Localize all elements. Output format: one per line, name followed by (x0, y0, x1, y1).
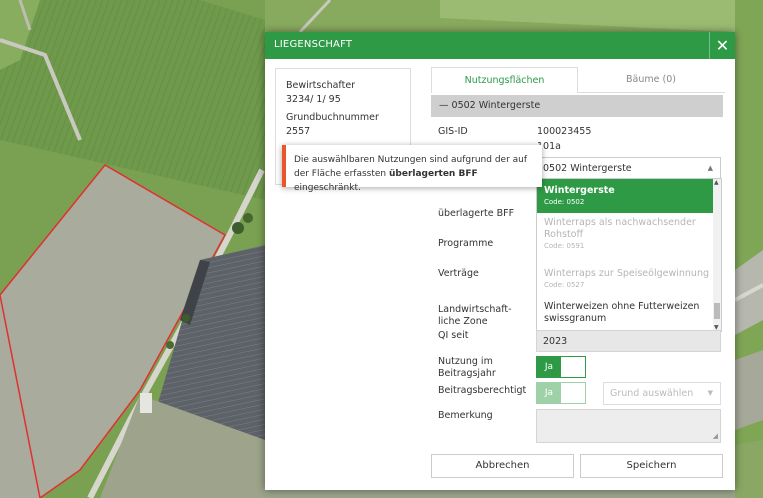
zone-label-1: Landwirtschaft- (438, 304, 512, 315)
beitragsberechtigt-label: Beitragsberechtigt (438, 385, 527, 396)
nutzung-label-2: Beitragsjahr (438, 368, 496, 379)
chevron-down-icon: ▼ (707, 389, 713, 397)
tooltip-line-2-end: eingeschränkt. (294, 183, 361, 193)
nutzung-toggle[interactable]: Ja (536, 356, 586, 378)
ueberlagerte-bff-label: überlagerte BFF (438, 208, 515, 219)
resize-grip-icon[interactable]: ◢ (713, 432, 718, 440)
dropdown-option-winterraps-speiseoel: Winterraps zur Speiseölgewinnung Code: 0… (537, 265, 714, 295)
restriction-tooltip: Die auswählbaren Nutzungen sind aufgrund… (282, 145, 542, 193)
dropdown-option-winterweizen[interactable]: Winterweizen ohne Futterweizen swissgran… (537, 301, 714, 331)
tooltip-line-1: Die auswählbaren Nutzungen sind aufgrund… (294, 155, 528, 165)
bemerkung-textarea[interactable]: ◢ (536, 409, 721, 443)
option-code: Code: 0502 (544, 198, 585, 206)
option-name: Winterraps zur Speiseölgewinnung (544, 268, 710, 279)
nutzung-label-1: Nutzung im (438, 356, 493, 367)
dropdown-scrollbar[interactable]: ▲ ▼ (713, 178, 722, 332)
beitragsberechtigt-toggle: Ja (536, 382, 586, 404)
section-header[interactable]: — 0502 Wintergerste (431, 95, 723, 117)
option-name: Winterweizen ohne Futterweizen (544, 301, 700, 312)
qi-seit-label: QI seit (438, 330, 469, 341)
grundbuch-label: Grundbuchnummer (286, 112, 379, 123)
bemerkung-label: Bemerkung (438, 410, 493, 421)
option-name-2: Rohstoff (544, 229, 584, 240)
gis-id-value: 100023455 (537, 126, 592, 137)
scroll-up-icon[interactable]: ▲ (714, 179, 719, 186)
programme-label: Programme (438, 238, 494, 249)
collapse-icon[interactable]: — (439, 100, 449, 111)
option-code: Code: 0527 (544, 281, 585, 289)
close-icon[interactable]: ✕ (709, 32, 735, 59)
toggle-ja: Ja (537, 357, 561, 377)
cancel-button[interactable]: Abbrechen (431, 454, 574, 478)
bewirtschafter-label: Bewirtschafter (286, 80, 356, 91)
tab-baeume[interactable]: Bäume (0) (577, 67, 725, 93)
qi-seit-value: 2023 (543, 336, 568, 347)
bewirtschafter-value: 3234/ 1/ 95 (286, 94, 341, 105)
grund-select: Grund auswählen ▼ (603, 382, 721, 405)
tab-nutzungsflaechen[interactable]: Nutzungsflächen (431, 67, 578, 93)
option-name-2: swissgranum (544, 313, 607, 324)
grund-placeholder: Grund auswählen (610, 388, 694, 399)
tooltip-bold: überlagerten BFF (388, 169, 478, 179)
liegenschaft-dialog: LIEGENSCHAFT ✕ Bewirtschafter 3234/ 1/ 9… (265, 32, 735, 490)
dialog-header: LIEGENSCHAFT ✕ (265, 32, 735, 59)
section-title-text: 0502 Wintergerste (451, 100, 541, 111)
tooltip-text: Die auswählbaren Nutzungen sind aufgrund… (294, 153, 536, 195)
nutzung-select-value: 0502 Wintergerste (543, 163, 632, 174)
save-button[interactable]: Speichern (580, 454, 723, 478)
nutzung-dropdown: Wintergerste Code: 0502 Winterraps als n… (536, 178, 715, 332)
option-code: Code: 0591 (544, 242, 585, 250)
option-name: Winterraps als nachwachsender (544, 217, 696, 228)
vertraege-label: Verträge (438, 268, 479, 279)
dialog-title: LIEGENSCHAFT (274, 39, 353, 50)
qi-seit-field: 2023 (536, 330, 721, 352)
dropdown-option-wintergerste[interactable]: Wintergerste Code: 0502 (537, 179, 714, 213)
scroll-thumb[interactable] (714, 303, 720, 319)
nutzung-select[interactable]: 0502 Wintergerste ▲ (536, 157, 721, 180)
toggle-ja: Ja (537, 383, 561, 403)
dropdown-option-winterraps-rohstoff: Winterraps als nachwachsender Rohstoff C… (537, 217, 714, 263)
chevron-up-icon: ▲ (707, 164, 713, 172)
section-title: — 0502 Wintergerste (439, 100, 540, 111)
option-name: Wintergerste (544, 185, 615, 196)
gis-id-label: GIS-ID (438, 126, 468, 137)
zone-label-2: liche Zone (438, 316, 488, 327)
grundbuch-value: 2557 (286, 126, 311, 137)
tooltip-line-2: der Fläche erfassten (294, 169, 389, 179)
